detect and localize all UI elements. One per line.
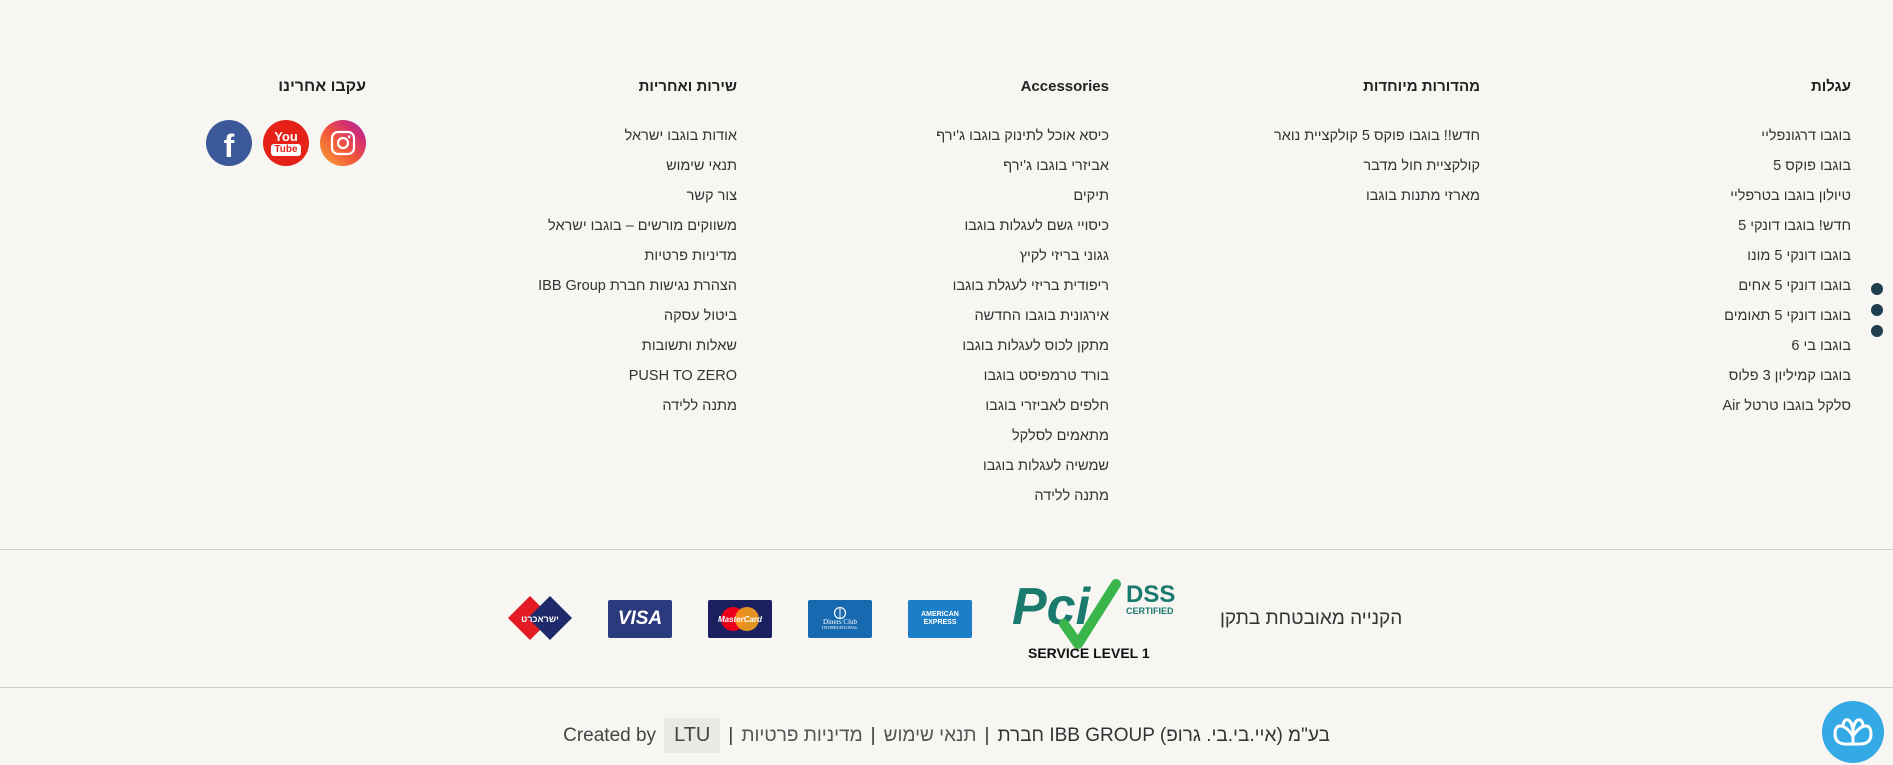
footer-link[interactable]: אירגונית בוגבו החדשה <box>936 301 1109 331</box>
footer-link[interactable]: בוגבו פוקס 5 <box>1723 151 1851 181</box>
footer-link[interactable]: PUSH TO ZERO <box>538 361 737 391</box>
pci-level-text: SERVICE LEVEL 1 <box>1028 645 1150 661</box>
amex-card-icon: AMERICAN EXPRESS <box>908 600 972 638</box>
slider-dot[interactable] <box>1871 304 1883 316</box>
separator: | <box>728 724 734 746</box>
column-title: Accessories <box>1020 78 1109 95</box>
footer-link[interactable]: קולקציית חול מדבר <box>1274 151 1480 181</box>
footer-links: עגלות בוגבו דרגונפליי בוגבו פוקס 5 טיולו… <box>0 0 1893 550</box>
separator: | <box>984 724 990 746</box>
footer-link[interactable]: חדש!! בוגבו פוקס 5 קולקציית נואר <box>1274 121 1480 151</box>
footer-link[interactable]: מתנה ללידה <box>936 481 1109 511</box>
footer-link[interactable]: סלקל בוגבו טרטל Air <box>1723 391 1851 421</box>
amex-text-1: AMERICAN <box>921 611 959 619</box>
column-title: שירות ואחריות <box>638 78 737 95</box>
youtube-glyph: You Tube <box>271 129 301 156</box>
amex-text-2: EXPRESS <box>923 619 957 626</box>
pci-main-text: Pci <box>1012 578 1092 636</box>
credits-bar: Created by LTU | מדיניות פרטיות | תנאי ש… <box>0 718 1893 753</box>
footer-link[interactable]: הצהרת נגישות חברת IBB Group <box>538 271 737 301</box>
slider-dot[interactable] <box>1871 325 1883 337</box>
youtube-text-tube: Tube <box>271 144 301 156</box>
footer-link[interactable]: שמשיה לעגלות בוגבו <box>936 451 1109 481</box>
company-credit: חברת IBB GROUP (איי.בי.בי. גרופ) בע"מ <box>997 724 1330 746</box>
footer-link[interactable]: בוגבו דרגונפליי <box>1723 121 1851 151</box>
pci-certified-text: CERTIFIED <box>1126 606 1174 616</box>
footer-link[interactable]: אביזרי בוגבו ג'ירף <box>936 151 1109 181</box>
footer-link[interactable]: מתנה ללידה <box>538 391 737 421</box>
footer-link[interactable]: בוגבו דונקי 5 תאומים <box>1723 301 1851 331</box>
footer-link[interactable]: ביטול עסקה <box>538 301 737 331</box>
footer-link[interactable]: ריפודית בריזי לעגלת בוגבו <box>936 271 1109 301</box>
pci-dss-logo: Pci DSS CERTIFIED SERVICE LEVEL 1 <box>1012 578 1175 661</box>
secure-purchase-text: הקנייה מאובטחת בתקן <box>1220 608 1403 629</box>
footer-link[interactable]: שאלות ותשובות <box>538 331 737 361</box>
footer-column-accessories: Accessories כיסא אוכל לתינוק בוגבו ג'ירף… <box>936 78 1109 511</box>
footer-link[interactable]: בוגבו בי 6 <box>1723 331 1851 361</box>
footer-link[interactable]: מתקן לכוס לעגלות בוגבו <box>936 331 1109 361</box>
youtube-text-you: You <box>274 129 298 144</box>
terms-of-use-link[interactable]: תנאי שימוש <box>884 725 977 747</box>
privacy-policy-link[interactable]: מדיניות פרטיות <box>741 725 862 747</box>
footer-column-strollers: עגלות בוגבו דרגונפליי בוגבו פוקס 5 טיולו… <box>1723 78 1851 421</box>
pci-dss-text: DSS <box>1126 581 1175 608</box>
footer-link[interactable]: מארזי מתנות בוגבו <box>1274 181 1480 211</box>
mastercard-text: MasterCard <box>718 615 763 624</box>
diners-club-card-icon: Diners Club INTERNATIONAL <box>808 600 872 638</box>
footer-link[interactable]: צור קשר <box>538 181 737 211</box>
footer-link[interactable]: תיקים <box>936 181 1109 211</box>
visa-text: VISA <box>617 608 663 629</box>
credits-divider <box>0 687 1893 688</box>
butterfly-icon <box>1833 718 1873 746</box>
created-by-label: Created by <box>563 724 657 746</box>
mastercard-logo: MasterCard <box>718 607 763 631</box>
footer-link[interactable]: בורד טרמפיסט בוגבו <box>936 361 1109 391</box>
footer-divider <box>0 549 1893 550</box>
facebook-icon[interactable]: f <box>206 120 252 166</box>
youtube-icon[interactable]: You Tube <box>263 120 309 166</box>
chat-button[interactable] <box>1822 701 1884 763</box>
isracard-card-icon: ישראכרט <box>508 596 572 640</box>
ltu-logo[interactable]: LTU <box>664 718 721 753</box>
footer-link[interactable]: חדש! בוגבו דונקי 5 <box>1723 211 1851 241</box>
social-title: עקבו אחרינו <box>278 78 366 95</box>
footer-link[interactable]: תנאי שימוש <box>538 151 737 181</box>
footer-column-service: שירות ואחריות אודות בוגבו ישראל תנאי שימ… <box>538 78 737 421</box>
slider-dots <box>1871 283 1885 346</box>
diners-text-2: INTERNATIONAL <box>822 625 858 631</box>
separator: | <box>870 724 876 746</box>
mastercard-card-icon: MasterCard <box>708 600 772 638</box>
footer-link[interactable]: טיולון בוגבו בטרפליי <box>1723 181 1851 211</box>
footer-link[interactable]: אודות בוגבו ישראל <box>538 121 737 151</box>
social-icons: f You Tube <box>206 120 366 168</box>
footer-link[interactable]: בוגבו דונקי 5 מונו <box>1723 241 1851 271</box>
footer-link[interactable]: גגוני בריזי לקיץ <box>936 241 1109 271</box>
facebook-glyph: f <box>223 128 235 164</box>
visa-card-icon: VISA <box>608 600 672 638</box>
footer-link[interactable]: בוגבו קמיליון 3 פלוס <box>1723 361 1851 391</box>
slider-dot[interactable] <box>1871 283 1883 295</box>
footer-link[interactable]: חלפים לאביזרי בוגבו <box>936 391 1109 421</box>
footer-link[interactable]: משווקים מורשים – בוגבו ישראל <box>538 211 737 241</box>
footer-link[interactable]: מדיניות פרטיות <box>538 241 737 271</box>
footer-link[interactable]: כיסא אוכל לתינוק בוגבו ג'ירף <box>936 121 1109 151</box>
isracard-text: ישראכרט <box>521 614 559 624</box>
footer-link[interactable]: מתאמים לסלקל <box>936 421 1109 451</box>
instagram-icon[interactable] <box>320 120 366 166</box>
footer-link[interactable]: בוגבו דונקי 5 אחים <box>1723 271 1851 301</box>
column-title: מהדורות מיוחדות <box>1363 78 1480 95</box>
column-title: עגלות <box>1810 78 1851 95</box>
social-section: עקבו אחרינו f You Tube <box>200 78 366 166</box>
instagram-glyph <box>330 130 356 156</box>
footer-link[interactable]: כיסויי גשם לעגלות בוגבו <box>936 211 1109 241</box>
footer-column-special-editions: מהדורות מיוחדות חדש!! בוגבו פוקס 5 קולקצ… <box>1274 78 1480 211</box>
